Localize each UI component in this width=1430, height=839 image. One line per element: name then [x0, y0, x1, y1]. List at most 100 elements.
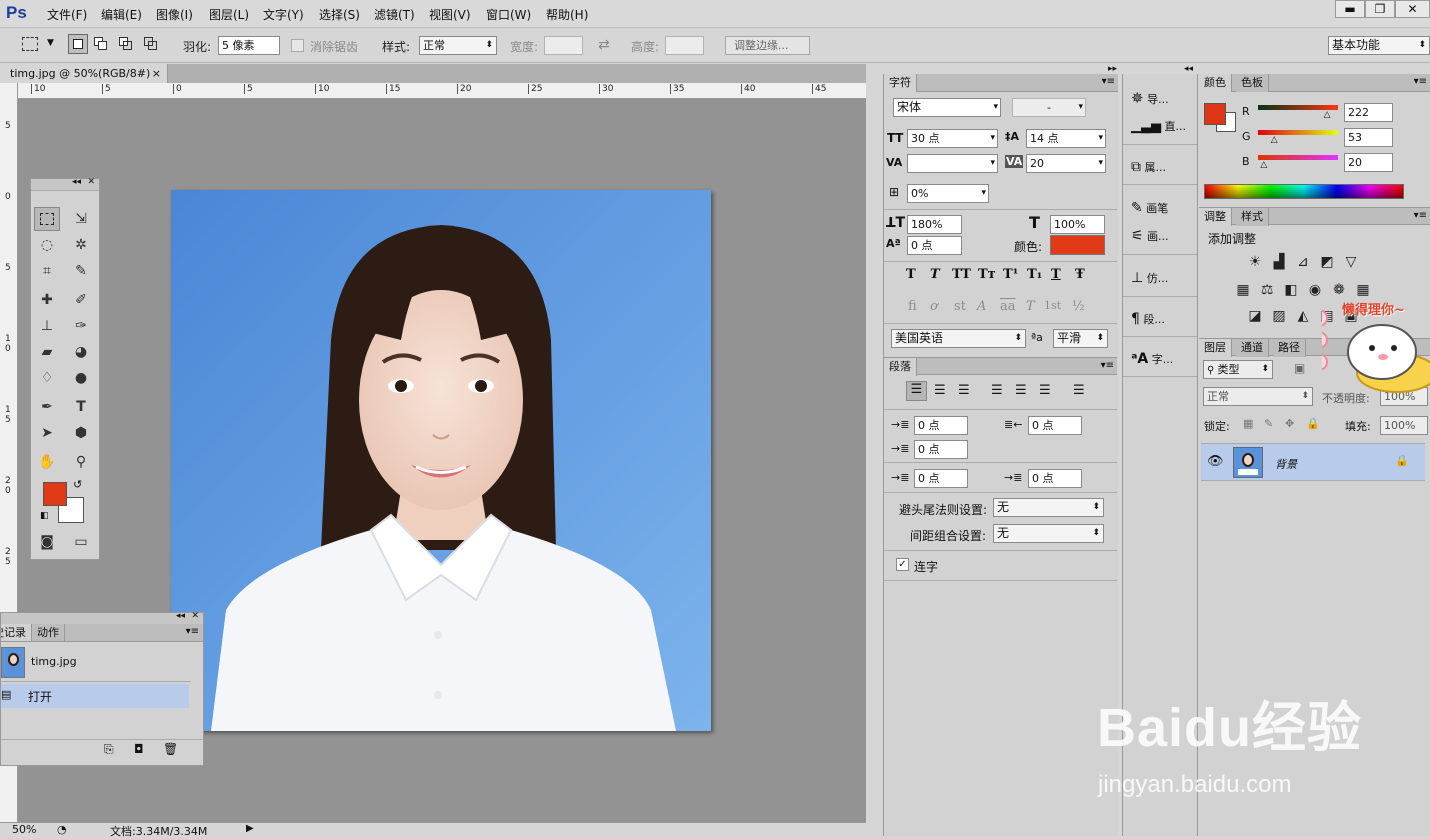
screen-mode-icon[interactable]: ▭ [68, 530, 94, 554]
subtract-selection-button[interactable] [119, 37, 133, 51]
panel-menu-icon[interactable]: ▾≡ [1102, 76, 1115, 87]
foreground-color-chip[interactable] [1204, 103, 1226, 125]
close-panel-icon[interactable]: ✕ [191, 611, 199, 621]
tab-paragraph[interactable]: 段落 [884, 358, 917, 376]
stylistic-alternates-button[interactable]: aa [1000, 299, 1016, 314]
close-tab-icon[interactable]: × [152, 66, 161, 81]
layer-filter-select[interactable]: ⚲ 类型 ⬍ [1203, 360, 1273, 379]
all-caps-button[interactable]: TT [952, 267, 971, 282]
tab-layers[interactable]: 图层 [1199, 339, 1232, 357]
underline-button[interactable]: T [1051, 267, 1061, 282]
align-right-button[interactable]: ☰ [958, 383, 970, 398]
layer-row[interactable]: 👁 背景 🔒 [1201, 443, 1425, 481]
red-input[interactable]: 222 [1344, 103, 1393, 122]
camera-icon[interactable]: ◘ [134, 742, 144, 756]
tab-actions[interactable]: 动作 [32, 624, 65, 641]
paragraph-styles-panel-button[interactable]: ¶ 段... [1131, 307, 1165, 331]
eye-visibility-icon[interactable]: 👁 [1207, 454, 1224, 469]
menu-layer[interactable]: 图层(L) [209, 6, 249, 23]
font-family-select[interactable]: 宋体 ▾ [893, 98, 1001, 117]
collapse-icon[interactable]: ◂◂ [176, 611, 185, 621]
histogram-panel-button[interactable]: ▁▃▅ 直... [1131, 115, 1186, 139]
menu-select[interactable]: 选择(S) [319, 6, 360, 23]
swap-icon[interactable]: ⇄ [598, 37, 610, 53]
blur-tool-icon[interactable]: ♢ [34, 366, 60, 390]
blue-slider[interactable] [1258, 155, 1338, 160]
brush-presets-panel-button[interactable]: ⚟ 画... [1131, 224, 1169, 248]
tab-color[interactable]: 颜色 [1199, 74, 1232, 92]
dodge-tool-icon[interactable]: ● [68, 366, 94, 390]
green-slider-handle[interactable]: △ [1271, 135, 1278, 145]
history-brush-icon[interactable]: ✑ [68, 314, 94, 338]
justify-center-button[interactable]: ☰ [1015, 383, 1027, 398]
fill-input[interactable]: 100% [1380, 416, 1428, 435]
blue-slider-handle[interactable]: △ [1260, 160, 1267, 170]
add-selection-button[interactable] [94, 37, 108, 51]
brightness-contrast-icon[interactable]: ☀ [1247, 254, 1263, 270]
swash-button[interactable]: A [977, 299, 986, 314]
small-caps-button[interactable]: Tт [978, 267, 996, 282]
posterize-icon[interactable]: ▨ [1271, 308, 1287, 324]
status-info-icon[interactable]: ◔ [57, 823, 67, 836]
align-left-button[interactable]: ☰ [906, 381, 927, 401]
exposure-icon[interactable]: ◩ [1319, 254, 1335, 270]
workspace-select[interactable]: 基本功能 ⬍ [1328, 36, 1430, 55]
tab-history[interactable]: 历史记录 [1, 624, 32, 641]
tab-channels[interactable]: 通道 [1236, 339, 1269, 357]
align-center-button[interactable]: ☰ [934, 383, 946, 398]
crop-tool-icon[interactable]: ⌗ [34, 259, 60, 283]
trash-icon[interactable]: 🗑 [163, 742, 178, 756]
justify-left-button[interactable]: ☰ [991, 383, 1003, 398]
brush-tool-icon[interactable]: ✐ [68, 288, 94, 312]
horizontal-scale-input[interactable]: 100% [1050, 215, 1105, 234]
baseline-input[interactable]: 0 点 [907, 236, 962, 255]
eraser-icon[interactable]: ▰ [34, 340, 60, 364]
eyedropper-icon[interactable]: ✎ [68, 259, 94, 283]
invert-icon[interactable]: ◪ [1247, 308, 1263, 324]
new-document-icon[interactable]: ⎘ [104, 742, 114, 757]
vibrance-icon[interactable]: ▽ [1343, 254, 1359, 270]
titling-alternates-button[interactable]: T [1026, 299, 1035, 314]
photo-filter-icon[interactable]: ◉ [1307, 282, 1323, 298]
hyphenate-checkbox[interactable]: ✓ [896, 558, 909, 571]
lasso-tool-icon[interactable]: ◌ [34, 233, 60, 257]
ligature-button[interactable]: ﬁ [908, 299, 917, 314]
lock-transparent-icon[interactable]: ▦ [1243, 417, 1253, 430]
mojikumi-select[interactable]: 无 ⬍ [993, 524, 1104, 543]
leading-input[interactable]: 14 点 ▾ [1026, 129, 1106, 148]
shape-tool-icon[interactable]: ⬢ [68, 421, 94, 445]
foreground-color-swatch[interactable] [43, 482, 67, 506]
lock-position-icon[interactable]: ✥ [1285, 417, 1294, 430]
type-tool-icon[interactable]: T [68, 395, 94, 419]
restore-button[interactable]: ❐ [1365, 0, 1395, 18]
menu-window[interactable]: 窗口(W) [486, 6, 531, 23]
tab-paths[interactable]: 路径 [1273, 339, 1306, 357]
kerning-input[interactable]: ▾ [907, 154, 998, 173]
faux-bold-button[interactable]: T [906, 267, 916, 282]
discretionary-ligature-button[interactable]: st [954, 299, 966, 314]
character-styles-panel-button[interactable]: ᵃA 字... [1131, 347, 1173, 371]
color-balance-icon[interactable]: ⚖ [1259, 282, 1275, 298]
tab-styles[interactable]: 样式 [1236, 208, 1269, 226]
menu-filter[interactable]: 滤镜(T) [374, 6, 415, 23]
color-spectrum-bar[interactable] [1204, 184, 1404, 199]
menu-type[interactable]: 文字(Y) [263, 6, 304, 23]
tab-swatches[interactable]: 色板 [1236, 74, 1269, 92]
tsume-input[interactable]: 0% ▾ [907, 184, 989, 203]
hue-saturation-icon[interactable]: ▦ [1235, 282, 1251, 298]
language-select[interactable]: 美国英语 ⬍ [891, 329, 1026, 348]
height-input[interactable] [665, 36, 704, 55]
paint-bucket-icon[interactable]: ◕ [68, 340, 94, 364]
ordinals-button[interactable]: 1st [1044, 299, 1061, 312]
hand-tool-icon[interactable]: ✋ [34, 450, 60, 474]
strikethrough-button[interactable]: Ŧ [1075, 267, 1085, 282]
status-arrow-icon[interactable]: ▶ [246, 823, 254, 834]
blend-mode-select[interactable]: 正常 ⬍ [1203, 387, 1313, 406]
marquee-tool[interactable] [34, 207, 60, 231]
collapse-icon[interactable]: ◂◂ [72, 177, 81, 187]
curves-icon[interactable]: ⊿ [1295, 254, 1311, 270]
antialias-select[interactable]: 平滑 ⬍ [1053, 329, 1108, 348]
healing-brush-icon[interactable]: ✚ [34, 288, 60, 312]
chevron-down-icon[interactable]: ▼ [47, 38, 54, 48]
faux-italic-button[interactable]: T [930, 267, 940, 282]
